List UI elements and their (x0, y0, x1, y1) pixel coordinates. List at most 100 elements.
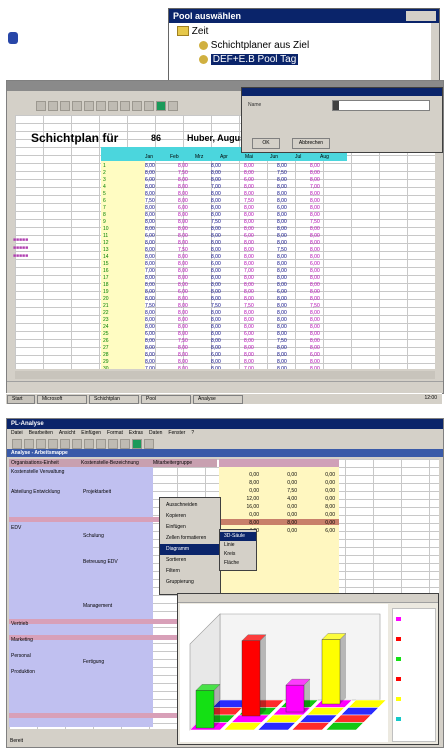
table-cell[interactable]: 8,00 (211, 282, 244, 289)
sheet-tabs[interactable] (15, 371, 435, 379)
table-cell[interactable]: 8,00 (211, 177, 244, 184)
table-cell[interactable]: 8,00 (244, 261, 277, 268)
context-menu-item[interactable]: Filtern (160, 566, 220, 577)
table-cell[interactable]: 8,00 (178, 254, 211, 261)
table-cell[interactable]: 8,00 (145, 226, 178, 233)
table-cell[interactable]: 6,00 (310, 352, 343, 359)
table-cell[interactable]: 8,00 (277, 324, 310, 331)
table-cell[interactable]: 8,00 (277, 219, 310, 226)
table-cell[interactable]: 8,00 (277, 163, 310, 170)
table-cell[interactable]: 8,00 (277, 212, 310, 219)
table-cell[interactable]: 7,00 (244, 268, 277, 275)
table-cell[interactable]: 8,00 (178, 198, 211, 205)
table-cell[interactable]: 8,00 (211, 268, 244, 275)
pivot-row-label[interactable]: Produktion (11, 669, 35, 675)
table-cell[interactable]: 7,50 (277, 170, 310, 177)
table-cell[interactable]: 8,00 (244, 170, 277, 177)
table-cell[interactable]: 8,00 (310, 338, 343, 345)
table-cell[interactable]: 8,00 (277, 275, 310, 282)
table-cell[interactable]: 8,00 (310, 268, 343, 275)
table-cell[interactable]: 8,00 (178, 296, 211, 303)
sort-icon[interactable] (144, 101, 154, 111)
table-cell[interactable]: 8,00 (244, 240, 277, 247)
print-icon[interactable] (72, 101, 82, 111)
table-cell[interactable]: 8,00 (310, 212, 343, 219)
table-cell[interactable]: 8,00 (310, 275, 343, 282)
table-cell[interactable]: 8,00 (178, 212, 211, 219)
pivot-value[interactable]: 0,00 (259, 527, 297, 535)
table-cell[interactable]: 8,00 (244, 219, 277, 226)
table-cell[interactable]: 8,00 (244, 352, 277, 359)
table-cell[interactable]: 8,00 (310, 345, 343, 352)
pivot-value[interactable]: 4,00 (259, 495, 297, 503)
pivot-value[interactable]: 0,00 (259, 471, 297, 479)
table-cell[interactable]: 8,00 (211, 205, 244, 212)
taskbar-item[interactable]: Schichtplan (89, 395, 139, 404)
taskbar-item[interactable]: Start (7, 395, 35, 404)
table-cell[interactable]: 6,00 (310, 261, 343, 268)
context-menu-item[interactable]: Einfügen (160, 522, 220, 533)
context-menu-item[interactable]: Diagramm (160, 544, 220, 555)
table-cell[interactable]: 8,00 (244, 282, 277, 289)
paste-icon[interactable] (84, 439, 94, 449)
table-cell[interactable]: 8,00 (145, 205, 178, 212)
table-cell[interactable]: 8,00 (211, 331, 244, 338)
table-cell[interactable]: 8,00 (211, 198, 244, 205)
table-cell[interactable]: 8,00 (310, 331, 343, 338)
table-cell[interactable]: 8,00 (145, 212, 178, 219)
pivot-value[interactable]: 0,00 (297, 471, 335, 479)
table-cell[interactable]: 6,00 (145, 233, 178, 240)
table-cell[interactable]: 7,50 (277, 338, 310, 345)
cut-icon[interactable] (60, 439, 70, 449)
zoom-icon[interactable] (168, 101, 178, 111)
table-cell[interactable]: 6,00 (145, 331, 178, 338)
undo-icon[interactable] (96, 439, 106, 449)
table-cell[interactable]: 8,00 (178, 261, 211, 268)
table-cell[interactable]: 8,00 (211, 310, 244, 317)
pivot-value[interactable]: 8,00 (297, 503, 335, 511)
table-cell[interactable]: 8,00 (178, 366, 211, 369)
table-cell[interactable]: 8,00 (244, 212, 277, 219)
paste-icon[interactable] (108, 101, 118, 111)
table-cell[interactable]: 8,00 (145, 191, 178, 198)
table-cell[interactable]: 8,00 (145, 247, 178, 254)
table-cell[interactable]: 8,00 (277, 184, 310, 191)
table-cell[interactable]: 8,00 (178, 317, 211, 324)
table-cell[interactable]: 8,00 (310, 240, 343, 247)
ok-button[interactable]: OK (252, 138, 280, 149)
pivot-value[interactable]: 8,00 (259, 519, 297, 527)
zoom-icon[interactable] (144, 439, 154, 449)
name-dialog-titlebar[interactable] (242, 88, 442, 96)
pivot-value[interactable]: 12,00 (221, 495, 259, 503)
table-cell[interactable]: 7,50 (145, 198, 178, 205)
table-cell[interactable]: 8,00 (244, 163, 277, 170)
pivot-value[interactable]: 0,00 (297, 479, 335, 487)
tree-item[interactable]: Schichtplaner aus Ziel (177, 40, 439, 54)
table-cell[interactable]: 8,00 (211, 254, 244, 261)
table-cell[interactable]: 8,00 (178, 233, 211, 240)
pivot-value[interactable]: 16,00 (221, 503, 259, 511)
menu-item[interactable]: Datei (11, 429, 23, 437)
table-cell[interactable]: 8,00 (277, 345, 310, 352)
tree-root[interactable]: Zeit (177, 26, 439, 40)
table-cell[interactable]: 7,50 (178, 247, 211, 254)
table-cell[interactable]: 8,00 (145, 324, 178, 331)
table-cell[interactable]: 7,00 (145, 366, 178, 369)
table-cell[interactable]: 8,00 (310, 233, 343, 240)
table-cell[interactable]: 8,00 (145, 282, 178, 289)
table-cell[interactable]: 8,00 (211, 240, 244, 247)
table-cell[interactable]: 8,00 (211, 359, 244, 366)
context-menu-item[interactable]: Gruppierung (160, 577, 220, 588)
table-cell[interactable]: 7,50 (310, 303, 343, 310)
pivot-value[interactable]: 0,00 (297, 519, 335, 527)
table-cell[interactable]: 6,00 (277, 205, 310, 212)
table-cell[interactable]: 8,00 (244, 191, 277, 198)
table-cell[interactable]: 8,00 (211, 170, 244, 177)
pool-close-button[interactable] (406, 11, 436, 21)
table-cell[interactable]: 8,00 (277, 359, 310, 366)
open-icon[interactable] (24, 439, 34, 449)
table-cell[interactable]: 7,50 (244, 198, 277, 205)
table-cell[interactable]: 8,00 (211, 324, 244, 331)
table-cell[interactable]: 8,00 (145, 317, 178, 324)
table-cell[interactable]: 6,00 (244, 331, 277, 338)
